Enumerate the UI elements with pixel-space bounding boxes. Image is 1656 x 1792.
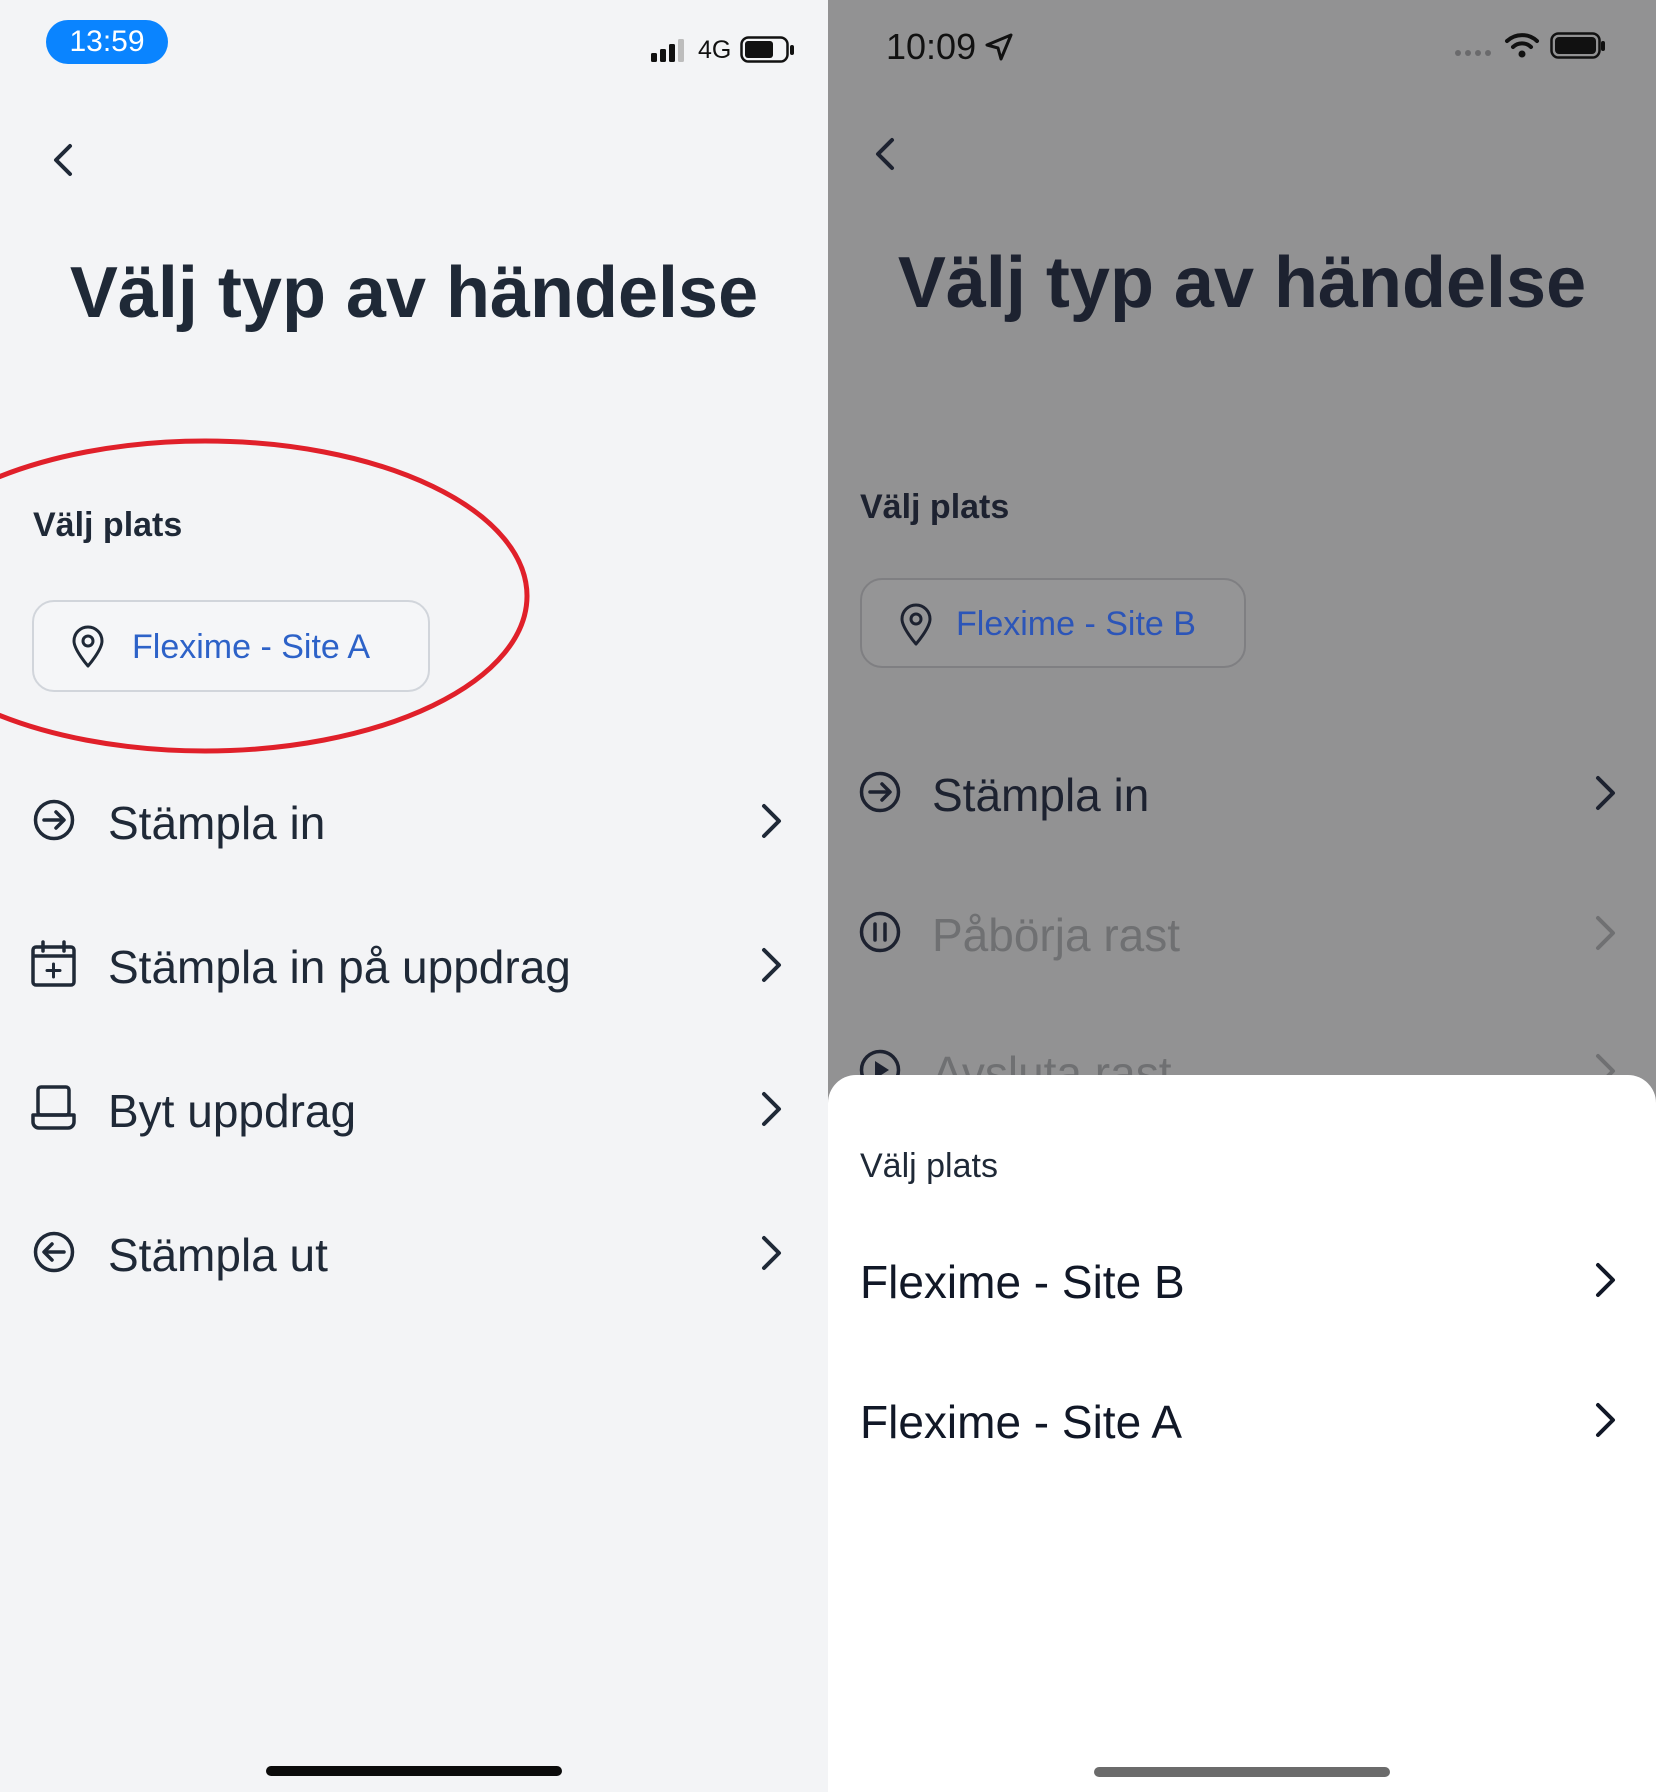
signal-icon — [651, 39, 684, 62]
chevron-right-icon — [1596, 1403, 1615, 1437]
menu-item-label: Påbörja rast — [932, 909, 1181, 961]
arrow-right-circle-icon — [33, 799, 75, 841]
menu-item-label: Stämpla in — [932, 769, 1150, 821]
menu-item-stampla-ut[interactable]: Stämpla ut — [0, 1212, 828, 1292]
sheet-title: Välj plats — [860, 1147, 998, 1185]
menu-item-byt-uppdrag[interactable]: Byt uppdrag — [0, 1068, 828, 1148]
menu-item-stampla-in-pa-uppdrag[interactable]: Stämpla in på uppdrag — [0, 924, 828, 1004]
page-title: Välj typ av händelse — [69, 253, 759, 333]
battery-icon — [740, 36, 794, 63]
sheet-option-label: Flexime - Site B — [860, 1256, 1185, 1308]
chevron-right-icon — [762, 804, 781, 838]
home-indicator[interactable] — [1094, 1767, 1390, 1777]
back-chevron-icon[interactable] — [868, 134, 902, 174]
red-annotation-ellipse — [0, 438, 530, 754]
menu-item-label: Byt uppdrag — [108, 1085, 357, 1137]
sheet-option-label: Flexime - Site A — [860, 1396, 1183, 1448]
chevron-right-icon — [762, 948, 781, 982]
status-time: 13:59 — [46, 20, 168, 64]
page-title: Välj typ av händelse — [897, 243, 1587, 323]
location-chip[interactable]: Flexime - Site B — [860, 578, 1246, 668]
signal-dots-icon — [1455, 50, 1491, 56]
location-picker-sheet: Välj plats Flexime - Site B Flexime - Si… — [828, 1075, 1656, 1792]
menu-item-label: Stämpla in på uppdrag — [108, 941, 571, 993]
chevron-right-icon — [1596, 916, 1615, 950]
chevron-right-icon — [1596, 1263, 1615, 1297]
chevron-right-icon — [762, 1092, 781, 1126]
menu-item-label: Stämpla in — [108, 797, 326, 849]
battery-icon — [1550, 32, 1605, 59]
location-label: Välj plats — [860, 488, 1010, 526]
right-screen: 10:09 Välj typ av händelse Välj plats Fl… — [828, 0, 1656, 1792]
pause-circle-icon — [859, 911, 901, 953]
menu-item-stampla-in[interactable]: Stämpla in — [828, 752, 1656, 832]
menu-item-stampla-in[interactable]: Stämpla in — [0, 780, 828, 860]
chevron-right-icon — [1596, 776, 1615, 810]
arrow-left-circle-icon — [33, 1231, 75, 1273]
back-chevron-icon[interactable] — [46, 140, 80, 180]
laptop-icon — [31, 1085, 76, 1130]
arrow-right-circle-icon — [859, 771, 901, 813]
status-time: 10:09 — [886, 26, 977, 67]
menu-item-label: Stämpla ut — [108, 1229, 328, 1281]
left-screen: 13:59 4G Välj typ av händelse Välj plats… — [0, 0, 828, 1792]
map-pin-icon — [900, 603, 932, 646]
location-arrow-icon — [985, 33, 1013, 61]
chevron-right-icon — [762, 1236, 781, 1270]
menu-item-paborja-rast[interactable]: Påbörja rast — [828, 892, 1656, 972]
wifi-icon — [1505, 33, 1539, 58]
location-chip-label: Flexime - Site B — [956, 605, 1196, 643]
home-indicator[interactable] — [266, 1766, 562, 1776]
network-label: 4G — [698, 36, 732, 64]
sheet-option-site-a[interactable]: Flexime - Site A — [828, 1375, 1656, 1465]
calendar-plus-icon — [31, 940, 76, 987]
sheet-option-site-b[interactable]: Flexime - Site B — [828, 1235, 1656, 1325]
